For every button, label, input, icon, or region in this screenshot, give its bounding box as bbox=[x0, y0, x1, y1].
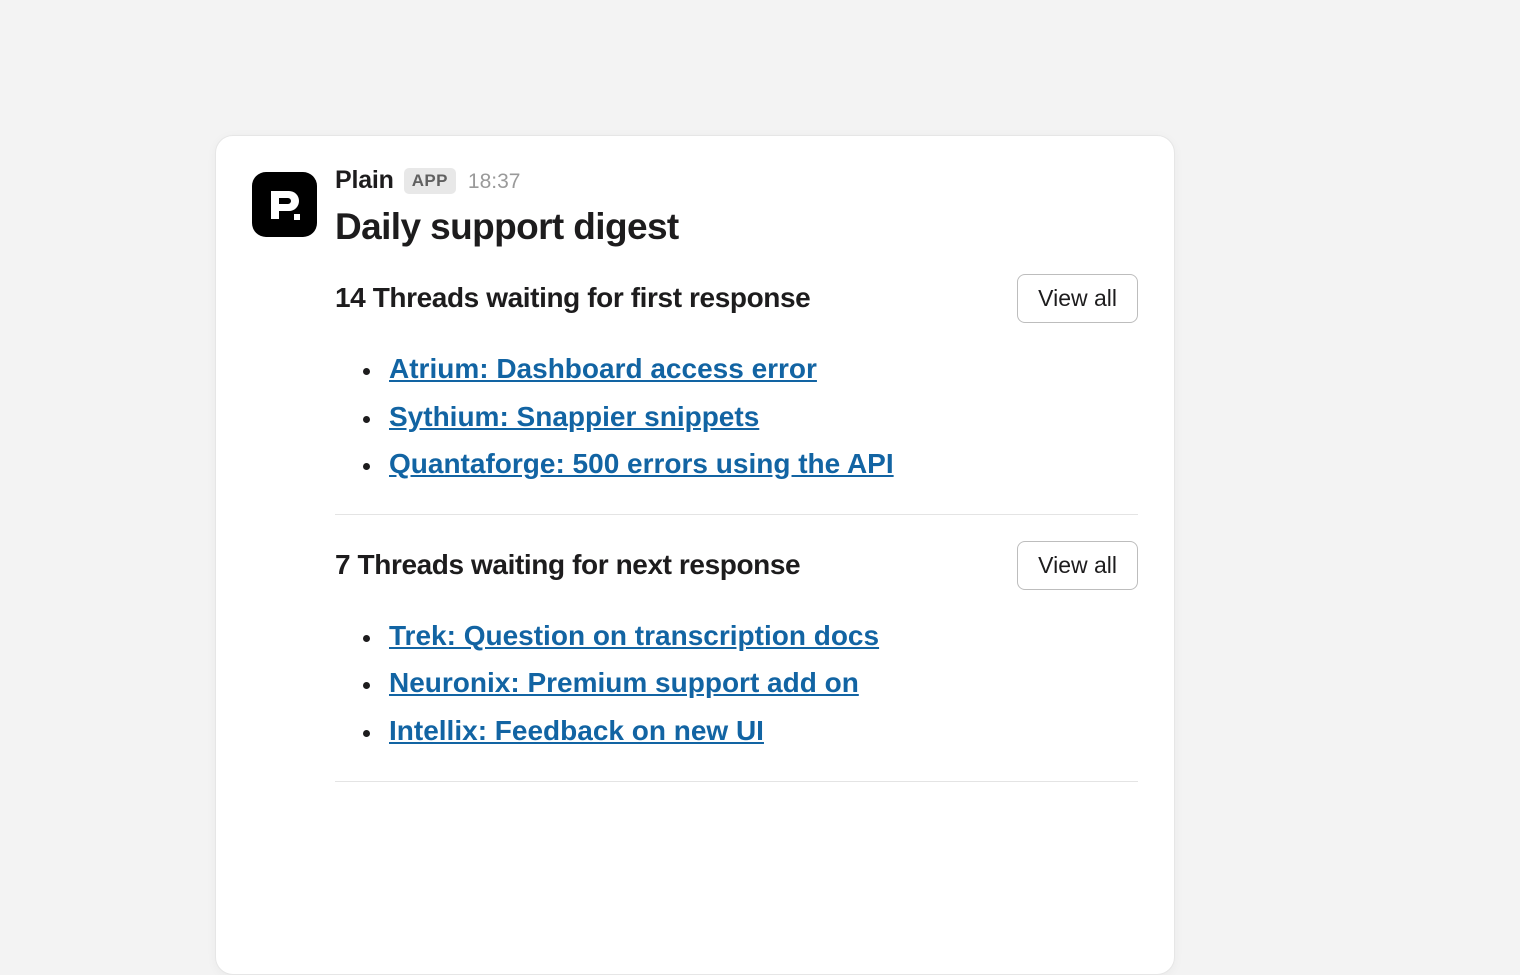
plain-logo-icon bbox=[265, 185, 305, 225]
list-item: Intellix: Feedback on new UI bbox=[383, 707, 1138, 755]
app-badge: APP bbox=[404, 168, 456, 194]
list-item: Trek: Question on transcription docs bbox=[383, 612, 1138, 660]
section-title: 14 Threads waiting for first response bbox=[335, 280, 810, 316]
message-card: Plain APP 18:37 Daily support digest 14 … bbox=[215, 135, 1175, 975]
sender-name: Plain bbox=[335, 166, 394, 195]
list-item: Neuronix: Premium support add on bbox=[383, 659, 1138, 707]
list-item: Quantaforge: 500 errors using the API bbox=[383, 440, 1138, 488]
thread-link[interactable]: Trek: Question on transcription docs bbox=[389, 620, 879, 651]
digest-title: Daily support digest bbox=[335, 206, 1138, 248]
view-all-button[interactable]: View all bbox=[1017, 541, 1138, 590]
thread-link[interactable]: Sythium: Snappier snippets bbox=[389, 401, 759, 432]
app-avatar bbox=[252, 172, 317, 237]
digest-section: 14 Threads waiting for first response Vi… bbox=[335, 274, 1138, 515]
list-item: Atrium: Dashboard access error bbox=[383, 345, 1138, 393]
thread-link[interactable]: Quantaforge: 500 errors using the API bbox=[389, 448, 894, 479]
section-title: 7 Threads waiting for next response bbox=[335, 547, 800, 583]
message-timestamp: 18:37 bbox=[468, 170, 521, 194]
message-header: Plain APP 18:37 bbox=[335, 166, 1138, 196]
digest-section: 7 Threads waiting for next response View… bbox=[335, 541, 1138, 782]
thread-link[interactable]: Neuronix: Premium support add on bbox=[389, 667, 859, 698]
list-item: Sythium: Snappier snippets bbox=[383, 393, 1138, 441]
view-all-button[interactable]: View all bbox=[1017, 274, 1138, 323]
thread-link[interactable]: Atrium: Dashboard access error bbox=[389, 353, 817, 384]
thread-link[interactable]: Intellix: Feedback on new UI bbox=[389, 715, 764, 746]
